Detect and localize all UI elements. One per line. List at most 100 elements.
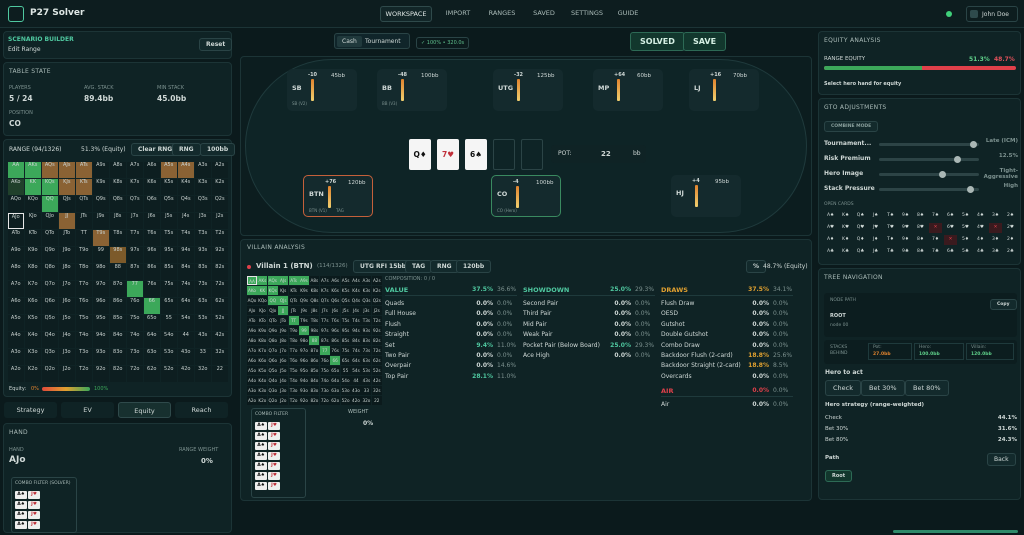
range-cell-A6o[interactable]: A6o (8, 298, 24, 314)
range-cell-99[interactable]: 99 (93, 247, 109, 263)
range-cell-T2o[interactable]: T2o (76, 366, 92, 382)
villain-cell-Q2o[interactable]: Q2o (267, 396, 278, 405)
villain-tag-tag[interactable]: TAG (405, 260, 433, 273)
villain-cell-Q3s[interactable]: Q3s (361, 296, 372, 305)
seat-btn[interactable]: BTN +76 120bb BTN (V1) TAG (303, 175, 373, 217)
range-cell-KTo[interactable]: KTo (25, 230, 41, 246)
range-cell-T8s[interactable]: T8s (110, 230, 126, 246)
villain-cell-T7o[interactable]: T7o (288, 346, 299, 355)
villain-cell-K3o[interactable]: K3o (257, 386, 268, 395)
range-cell-74s[interactable]: 74s (178, 281, 194, 297)
villain-cell-88[interactable]: 88 (309, 336, 320, 345)
range-cell-JJ[interactable]: JJ (59, 213, 75, 229)
range-cell-76s[interactable]: 76s (144, 281, 160, 297)
villain-cell-85o[interactable]: 85o (309, 366, 320, 375)
open-card[interactable]: K♠ (839, 211, 852, 221)
range-cell-KQs[interactable]: KQs (42, 179, 58, 195)
range-cell-T3o[interactable]: T3o (76, 349, 92, 365)
villain-cell-Q4s[interactable]: Q4s (351, 296, 361, 305)
option-check-button[interactable]: Check (825, 380, 861, 396)
villain-cell-KQo[interactable]: KQo (257, 296, 268, 305)
range-cell-93o[interactable]: 93o (93, 349, 109, 365)
open-card[interactable]: 8♥ (914, 223, 927, 233)
user-menu[interactable]: John Doe (966, 6, 1018, 22)
villain-cell-AQo[interactable]: AQo (247, 296, 257, 305)
range-cell-82s[interactable]: 82s (212, 264, 228, 280)
villain-tag-stack[interactable]: 120bb (456, 260, 492, 273)
villain-cell-63s[interactable]: 63s (361, 356, 372, 365)
villain-cell-98s[interactable]: 98s (309, 326, 320, 335)
seat-mp[interactable]: MP +64 60bb (593, 69, 663, 111)
range-cell-T6o[interactable]: T6o (76, 298, 92, 314)
villain-cell-74o[interactable]: 74o (319, 376, 330, 385)
range-cell-Q8s[interactable]: Q8s (110, 196, 126, 212)
range-cell-J8s[interactable]: J8s (110, 213, 126, 229)
open-card[interactable]: J♠ (869, 211, 882, 221)
range-cell-52o[interactable]: 52o (161, 366, 177, 382)
open-card[interactable]: 4♣ (974, 247, 987, 257)
villain-cell-92s[interactable]: 92s (371, 326, 382, 335)
villain-cell-55[interactable]: 55 (340, 366, 351, 375)
open-card[interactable]: A♦ (824, 235, 837, 245)
open-card[interactable]: K♥ (839, 223, 852, 233)
villain-cell-K2o[interactable]: K2o (257, 396, 268, 405)
villain-cell-K5o[interactable]: K5o (257, 366, 268, 375)
tab-equity[interactable]: Equity (118, 402, 171, 418)
range-cell-K3o[interactable]: K3o (25, 349, 41, 365)
range-cell-72s[interactable]: 72s (212, 281, 228, 297)
range-cell-A4o[interactable]: A4o (8, 332, 24, 348)
open-card[interactable]: 2♠ (1004, 211, 1017, 221)
villain-cell-T6o[interactable]: T6o (288, 356, 299, 365)
range-cell-77[interactable]: 77 (127, 281, 143, 297)
villain-cell-Q7o[interactable]: Q7o (267, 346, 278, 355)
tab-reach[interactable]: Reach (175, 402, 228, 418)
villain-cell-AJs[interactable]: AJs (278, 276, 289, 285)
villain-cell-82s[interactable]: 82s (371, 336, 382, 345)
range-cell-K7o[interactable]: K7o (25, 281, 41, 297)
range-cell-KQo[interactable]: KQo (25, 196, 41, 212)
villain-cell-AA[interactable]: AA (247, 276, 257, 285)
villain-cell-22[interactable]: 22 (371, 396, 382, 405)
villain-cell-J3s[interactable]: J3s (361, 306, 372, 315)
villain-cell-93o[interactable]: 93o (299, 386, 309, 395)
range-cell-K9s[interactable]: K9s (93, 179, 109, 195)
range-cell-T9o[interactable]: T9o (76, 247, 92, 263)
range-cell-A7o[interactable]: A7o (8, 281, 24, 297)
range-cell-J5s[interactable]: J5s (161, 213, 177, 229)
villain-cell-T5o[interactable]: T5o (288, 366, 299, 375)
rng-button[interactable]: RNG (172, 143, 201, 156)
range-cell-A2s[interactable]: A2s (212, 162, 228, 178)
range-cell-32s[interactable]: 32s (212, 349, 228, 365)
option-bet80-button[interactable]: Bet 80% (905, 380, 949, 396)
villain-cell-JTs[interactable]: JTs (288, 306, 299, 315)
open-card[interactable]: 7♠ (929, 211, 942, 221)
villain-cell-87s[interactable]: 87s (319, 336, 330, 345)
villain-cell-KJo[interactable]: KJo (257, 306, 268, 315)
villain-combo-row[interactable]: A♠ J♥ (255, 430, 303, 440)
villain-cell-53s[interactable]: 53s (361, 366, 372, 375)
villain-cell-74s[interactable]: 74s (351, 346, 361, 355)
villain-cell-AKo[interactable]: AKo (247, 286, 257, 295)
villain-cell-AKs[interactable]: AKs (257, 276, 268, 285)
range-cell-A5o[interactable]: A5o (8, 315, 24, 331)
villain-cell-A4s[interactable]: A4s (351, 276, 361, 285)
open-card[interactable]: ✕ (929, 223, 942, 233)
range-cell-K2s[interactable]: K2s (212, 179, 228, 195)
open-card[interactable]: 6♥ (944, 223, 957, 233)
villain-cell-97s[interactable]: 97s (319, 326, 330, 335)
villain-cell-T8o[interactable]: T8o (288, 336, 299, 345)
range-cell-64s[interactable]: 64s (178, 298, 194, 314)
villain-cell-T9s[interactable]: T9s (299, 316, 309, 325)
open-card[interactable]: 5♠ (959, 211, 972, 221)
villain-cell-32s[interactable]: 32s (371, 386, 382, 395)
range-cell-92s[interactable]: 92s (212, 247, 228, 263)
range-cell-98o[interactable]: 98o (93, 264, 109, 280)
range-cell-J5o[interactable]: J5o (59, 315, 75, 331)
villain-cell-66[interactable]: 66 (330, 356, 341, 365)
reset-button[interactable]: Reset (199, 38, 233, 51)
villain-combo-row[interactable]: A♠ J♥ (255, 450, 303, 460)
gto-slider[interactable] (879, 141, 979, 148)
gto-slider[interactable] (879, 156, 979, 163)
villain-cell-43o[interactable]: 43o (351, 386, 361, 395)
villain-cell-A5s[interactable]: A5s (340, 276, 351, 285)
